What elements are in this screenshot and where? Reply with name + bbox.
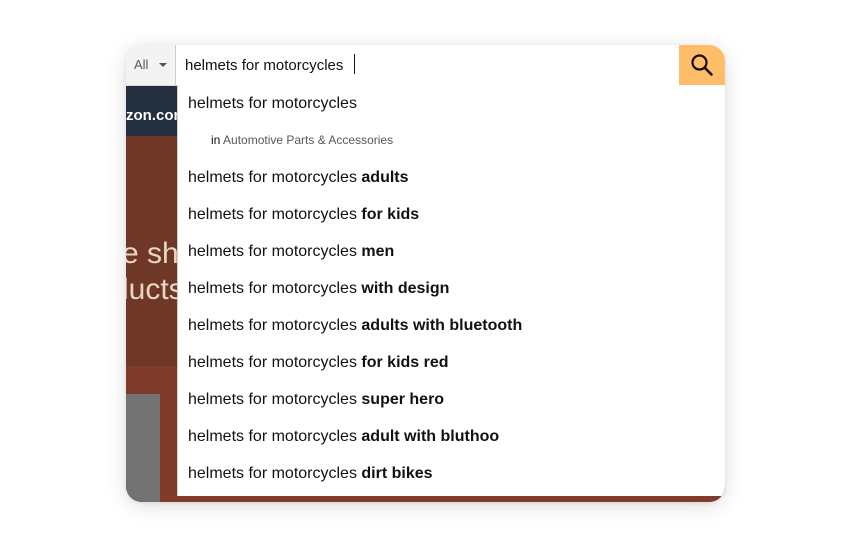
category-prefix: in	[211, 133, 221, 147]
suggestion-base: helmets for motorcycles	[188, 206, 357, 223]
suggestion-completion: super hero	[361, 391, 445, 408]
suggestion-text: helmets for motorcycles	[188, 95, 357, 112]
search-widget: e shi lucts zon.com All helmets for moto…	[126, 45, 725, 502]
suggestion-base: helmets for motorcycles	[188, 465, 357, 482]
suggestion-completion: adults with bluetooth	[361, 317, 523, 334]
suggestion-completion: for kids red	[361, 354, 449, 371]
category-name: Automotive Parts & Accessories	[223, 133, 394, 147]
suggestion-item[interactable]: helmets for motorcycles for kids red	[188, 344, 449, 381]
suggestion-item[interactable]: helmets for motorcycles super hero	[188, 381, 444, 418]
suggestion-base: helmets for motorcycles	[188, 354, 357, 371]
suggestion-base: helmets for motorcycles	[188, 317, 357, 334]
suggestion-item[interactable]: helmets for motorcycles adult with bluth…	[188, 418, 499, 455]
suggestion-base: helmets for motorcycles	[188, 391, 357, 408]
suggestion-completion: adults	[361, 169, 409, 186]
suggestion-item[interactable]: helmets for motorcycles men	[188, 233, 394, 270]
suggestion-base: helmets for motorcycles	[188, 428, 357, 445]
search-bar: All	[126, 45, 725, 86]
suggestion-item[interactable]: helmets for motorcycles	[188, 85, 357, 122]
suggestion-item[interactable]: helmets for motorcycles adults with blue…	[188, 307, 522, 344]
suggestion-completion: dirt bikes	[361, 465, 433, 482]
suggestion-item[interactable]: helmets for motorcycles adults	[188, 159, 409, 196]
search-icon	[691, 54, 713, 76]
suggestion-base: helmets for motorcycles	[188, 280, 357, 297]
department-label: All	[134, 57, 149, 72]
suggestion-item[interactable]: helmets for motorcycles dirt bikes	[188, 455, 433, 492]
department-select[interactable]: All	[126, 45, 176, 85]
suggestion-item[interactable]: helmets for motorcycles for kids	[188, 196, 419, 233]
suggestion-category[interactable]: in Automotive Parts & Accessories	[211, 133, 393, 147]
suggestion-base: helmets for motorcycles	[188, 243, 357, 260]
caret-down-icon	[159, 63, 167, 67]
suggestions-dropdown: helmets for motorcycles in Automotive Pa…	[177, 85, 725, 496]
suggestion-completion: adult with bluthoo	[361, 428, 500, 445]
text-cursor	[354, 54, 355, 74]
suggestion-completion: for kids	[361, 206, 420, 223]
search-button[interactable]	[679, 45, 725, 85]
search-input[interactable]	[177, 45, 677, 85]
product-tile	[126, 394, 160, 502]
suggestion-completion: men	[361, 243, 395, 260]
suggestion-base: helmets for motorcycles	[188, 169, 357, 186]
suggestion-item[interactable]: helmets for motorcycles with design	[188, 270, 449, 307]
suggestion-completion: with design	[361, 280, 450, 297]
